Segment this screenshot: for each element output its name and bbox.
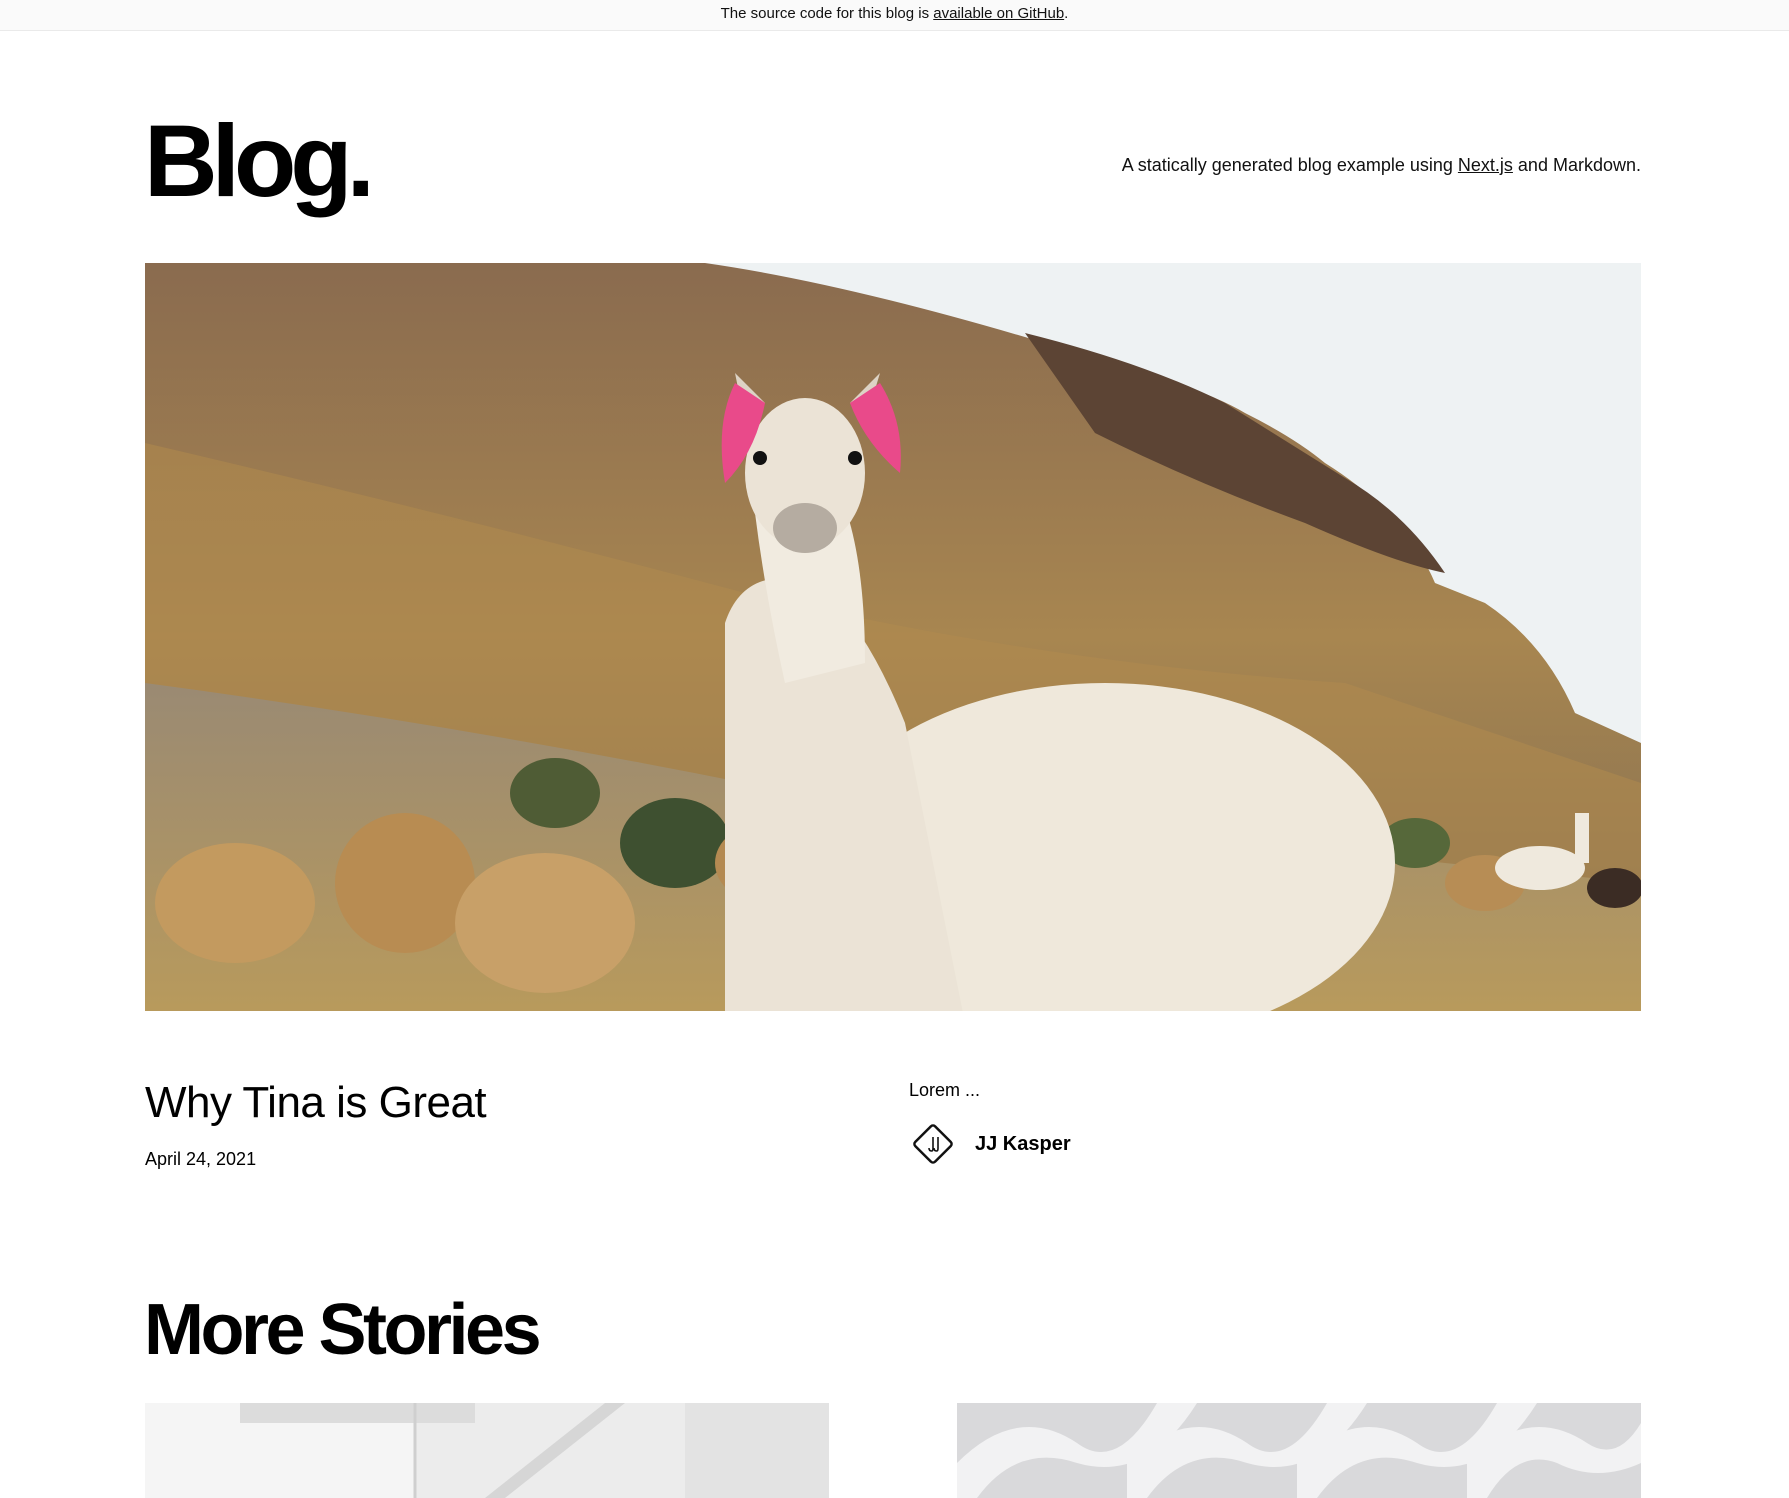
banner-text: The source code for this blog is [720, 5, 934, 22]
banner-text-end: . [1064, 5, 1069, 22]
author-name: JJ Kasper [975, 1132, 1071, 1155]
nextjs-link[interactable]: Next.js [1458, 155, 1513, 175]
site-tagline: A statically generated blog example usin… [1122, 152, 1641, 178]
hero-post-title[interactable]: Why Tina is Great [145, 1070, 487, 1136]
tagline-text-end: and Markdown. [1512, 155, 1641, 175]
story-card-image[interactable] [957, 1403, 1641, 1498]
more-stories-heading: More Stories [144, 1290, 542, 1370]
hero-post-date: April 24, 2021 [145, 1149, 257, 1169]
hero-post-excerpt: Lorem ... [909, 1080, 981, 1100]
white-architecture-image [145, 1403, 829, 1498]
github-link[interactable]: available on GitHub [933, 5, 1064, 22]
top-banner: The source code for this blog is availab… [0, 0, 1789, 31]
jj-monogram-diamond-icon [913, 1124, 953, 1164]
white-twisted-structure-image [957, 1403, 1641, 1498]
author-info: JJ Kasper [909, 1120, 1071, 1168]
llama-hero-illustration [145, 263, 1641, 1011]
blog-brand-title[interactable]: Blog. [144, 96, 375, 226]
story-card-image[interactable] [145, 1403, 829, 1498]
hero-image[interactable] [145, 263, 1641, 1011]
tagline-text: A statically generated blog example usin… [1121, 155, 1458, 175]
